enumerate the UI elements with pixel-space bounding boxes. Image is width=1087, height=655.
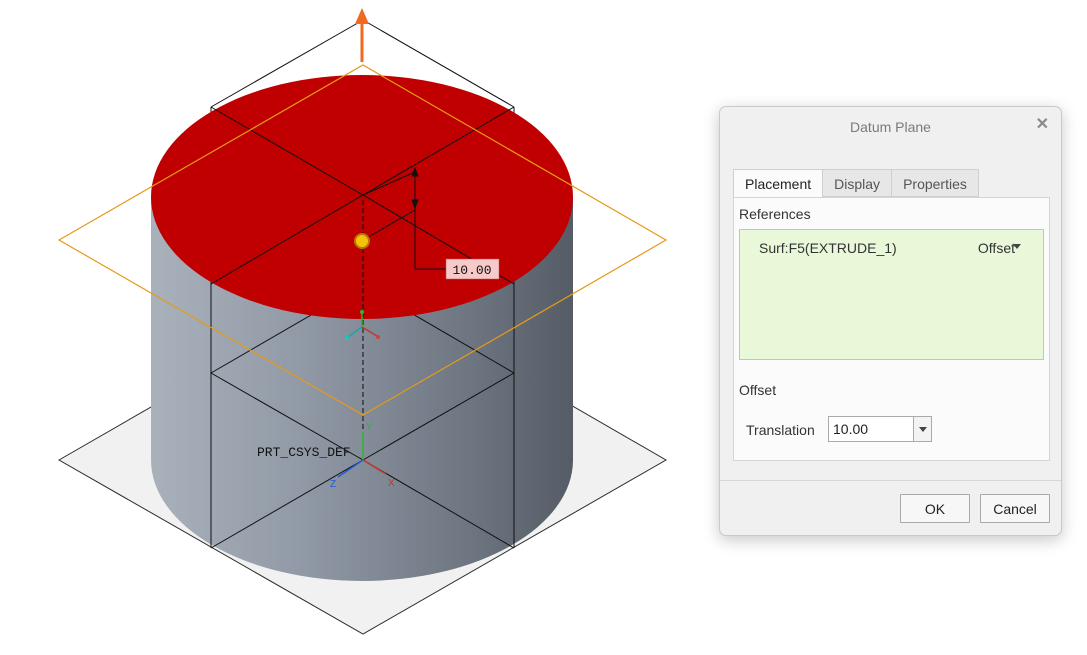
axis-label-z: Z: [330, 479, 336, 490]
chevron-down-icon[interactable]: [913, 417, 931, 441]
tab-bar: Placement Display Properties: [733, 169, 979, 199]
translation-combo[interactable]: [828, 416, 932, 442]
references-label: References: [739, 206, 811, 222]
footer-divider: [720, 480, 1061, 481]
csys-label[interactable]: PRT_CSYS_DEF: [257, 445, 351, 460]
close-icon[interactable]: ✕: [1036, 116, 1049, 134]
tab-properties[interactable]: Properties: [892, 169, 979, 197]
reference-type-dropdown[interactable]: Offset: [978, 240, 1015, 256]
direction-arrow-icon[interactable]: [355, 8, 369, 62]
tab-display[interactable]: Display: [823, 169, 893, 197]
axis-label-y: Y: [366, 422, 373, 433]
axis-label-x: X: [388, 478, 395, 489]
translation-input[interactable]: [829, 417, 913, 441]
tab-placement[interactable]: Placement: [733, 169, 824, 199]
references-collector[interactable]: Surf:F5(EXTRUDE_1) Offset: [739, 229, 1044, 360]
graphics-viewport[interactable]: 10.00 Y Z X PRT_CSYS_DEF: [0, 0, 700, 655]
offset-label: Offset: [739, 382, 777, 398]
cancel-button[interactable]: Cancel: [980, 494, 1050, 523]
dialog-title: Datum Plane: [850, 119, 931, 135]
dimension-value[interactable]: 10.00: [452, 263, 491, 278]
translation-label: Translation: [746, 422, 815, 438]
chevron-down-icon[interactable]: [1013, 244, 1021, 249]
ok-button[interactable]: OK: [900, 494, 970, 523]
placement-panel: References Surf:F5(EXTRUDE_1) Offset Off…: [733, 197, 1050, 461]
drag-handle[interactable]: [354, 233, 370, 249]
reference-name[interactable]: Surf:F5(EXTRUDE_1): [759, 240, 897, 256]
datum-plane-dialog: Datum Plane ✕ Placement Display Properti…: [719, 106, 1062, 536]
